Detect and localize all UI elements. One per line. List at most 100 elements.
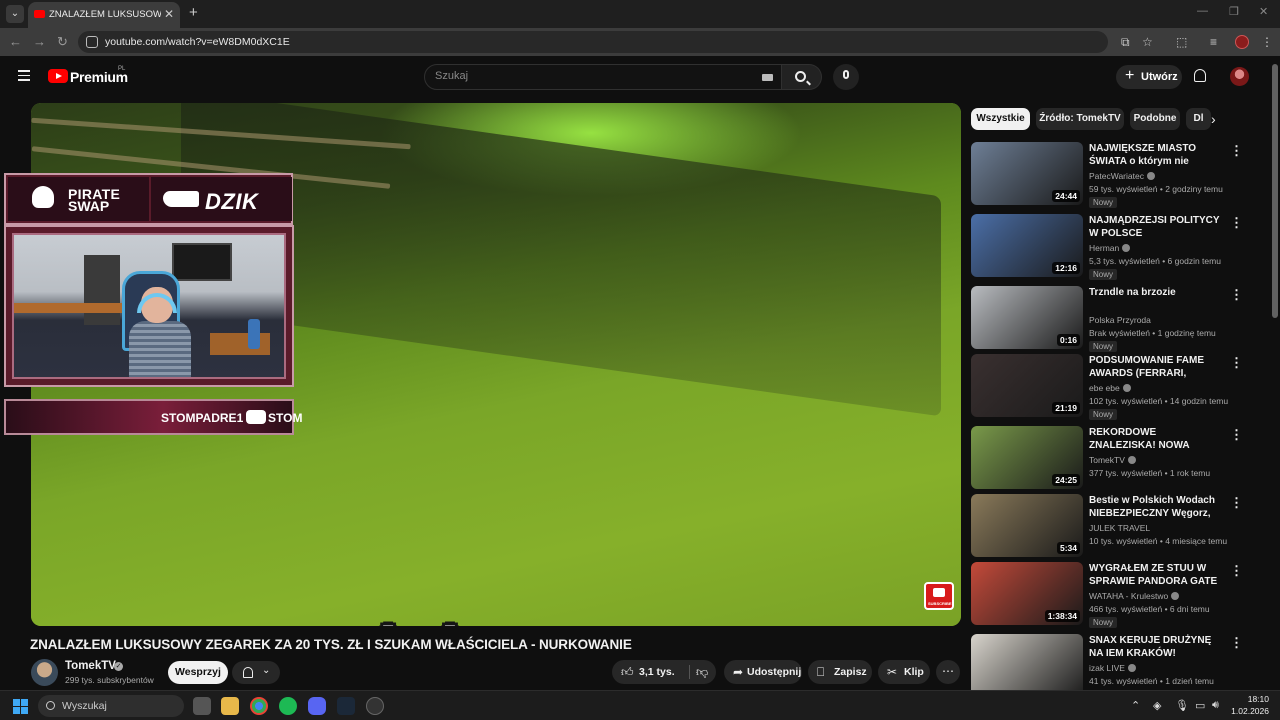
obs-icon[interactable] <box>366 697 384 715</box>
page-scrollbar[interactable] <box>1272 64 1278 318</box>
more-vertical-icon[interactable]: ⋮ <box>1230 143 1243 159</box>
url-text[interactable]: youtube.com/watch?v=eW8DM0dXC1E <box>105 36 290 48</box>
tab-search-button[interactable]: ⌄ <box>6 5 24 23</box>
recommendation-title[interactable]: REKORDOWE ZNALEZISKA! NOWA KAMERA, APPLE… <box>1089 426 1225 452</box>
tray-app-icon[interactable]: ◈ <box>1153 699 1161 712</box>
recommendation-channel[interactable]: JULEK TRAVEL <box>1089 523 1150 533</box>
recommendation-item[interactable]: 24:44 NAJWIĘKSZE MIASTO ŚWIATA o którym n… <box>971 142 1251 208</box>
like-count[interactable]: 3,1 tys. <box>639 666 675 678</box>
share-button[interactable]: ➦ Udostępnij <box>724 660 802 684</box>
install-app-icon[interactable]: ⧉ <box>1121 35 1130 50</box>
subscribe-watermark[interactable]: SUBSCRIBE <box>924 582 954 610</box>
window-close-icon[interactable]: ✕ <box>1259 5 1268 18</box>
recommendation-channel[interactable]: ebe ebe <box>1089 383 1131 393</box>
recommendation-item[interactable]: 5:34 Bestie w Polskich Wodach NIEBEZPIECZ… <box>971 494 1251 558</box>
chevron-right-icon[interactable]: › <box>1211 111 1216 127</box>
recommendation-channel[interactable]: Polska Przyroda <box>1089 315 1151 325</box>
video-thumbnail[interactable]: 24:25 <box>971 426 1083 489</box>
recommendation-channel[interactable]: TomekTV <box>1089 455 1136 465</box>
browser-profile-avatar[interactable] <box>1235 35 1249 49</box>
recommendation-channel[interactable]: izak LIVE <box>1089 663 1136 673</box>
subscription-bell-button[interactable]: ⌄ <box>232 661 280 684</box>
microphone-icon[interactable]: 🎙︎ <box>1175 699 1189 712</box>
bookmark-star-icon[interactable]: ☆ <box>1142 35 1153 49</box>
menu-icon[interactable] <box>18 70 30 81</box>
tab-close-icon[interactable]: ✕ <box>164 7 174 21</box>
join-button[interactable]: Wesprzyj <box>168 661 228 684</box>
video-thumbnail[interactable]: 0:16 <box>971 286 1083 349</box>
recommendation-item[interactable]: 24:25 REKORDOWE ZNALEZISKA! NOWA KAMERA, … <box>971 426 1251 490</box>
tray-overflow-icon[interactable]: ⌃ <box>1131 699 1140 712</box>
recommendation-item[interactable]: 21:19 PODSUMOWANIE FAME AWARDS (FERRARI, … <box>971 354 1251 420</box>
chip-related[interactable]: Podobne <box>1130 108 1180 130</box>
video-thumbnail[interactable]: 5:34 <box>971 494 1083 557</box>
recommendation-item[interactable]: 0:16 Trzndle na brzozie Polska Przyroda Bra… <box>971 286 1251 352</box>
recommendation-item[interactable]: 12:16 NAJMĄDRZEJSI POLITYCY W POLSCE Herma… <box>971 214 1251 280</box>
save-button[interactable]: ⎕ Zapisz <box>808 660 872 684</box>
recommendation-title[interactable]: Bestie w Polskich Wodach NIEBEZPIECZNY W… <box>1089 494 1225 520</box>
back-icon[interactable]: ← <box>9 34 22 49</box>
network-icon[interactable]: ▭ <box>1195 699 1205 712</box>
create-button[interactable]: + Utwórz <box>1116 65 1182 89</box>
more-actions-button[interactable]: ⋯ <box>936 660 960 684</box>
channel-avatar[interactable] <box>31 659 58 686</box>
discord-icon[interactable] <box>308 697 326 715</box>
search-input[interactable] <box>435 70 735 82</box>
task-view-icon[interactable] <box>193 697 211 715</box>
video-thumbnail[interactable]: 24:44 <box>971 142 1083 205</box>
windows-start-icon[interactable] <box>13 699 28 714</box>
spotify-icon[interactable] <box>279 697 297 715</box>
more-vertical-icon[interactable]: ⋮ <box>1230 495 1243 511</box>
chip-partial[interactable]: Dl <box>1186 108 1211 130</box>
video-thumbnail[interactable]: 12:16 <box>971 214 1083 277</box>
channel-name[interactable]: TomekTV <box>65 660 116 672</box>
recommendation-item[interactable]: 1:38:34 WYGRAŁEM ZE STUU W SPRAWIE PANDOR… <box>971 562 1251 628</box>
notifications-bell-icon[interactable] <box>1194 69 1206 82</box>
active-tab[interactable]: ZNALAZŁEM LUKSUSOWY ZEGAR ✕ <box>28 2 180 28</box>
recommendation-title[interactable]: NAJWIĘKSZE MIASTO ŚWIATA o którym nie sł… <box>1089 142 1225 168</box>
video-thumbnail[interactable]: 21:19 <box>971 354 1083 417</box>
account-avatar[interactable] <box>1230 67 1249 86</box>
file-explorer-icon[interactable] <box>221 697 239 715</box>
maximize-icon[interactable]: ❐ <box>1229 5 1239 18</box>
omnibox[interactable]: youtube.com/watch?v=eW8DM0dXC1E <box>78 31 1108 53</box>
thumbs-up-icon[interactable]: 👍︎ <box>621 665 634 680</box>
recommendation-title[interactable]: Trzndle na brzozie <box>1089 286 1225 299</box>
taskbar-search[interactable]: Wyszukaj <box>38 695 184 717</box>
media-control-icon[interactable]: ≡ <box>1210 35 1217 49</box>
youtube-logo-icon[interactable] <box>48 69 68 83</box>
new-tab-icon[interactable]: + <box>189 4 198 21</box>
recommendation-item[interactable]: SNAX KERUJE DRUŻYNĘ NA IEM KRAKÓW! izak L… <box>971 634 1251 698</box>
search-button[interactable] <box>782 64 822 90</box>
more-vertical-icon[interactable]: ⋮ <box>1230 563 1243 579</box>
recommendation-title[interactable]: NAJMĄDRZEJSI POLITYCY W POLSCE <box>1089 214 1225 240</box>
minimize-icon[interactable]: — <box>1197 5 1208 17</box>
browser-menu-icon[interactable]: ⋮ <box>1261 35 1273 49</box>
recommendation-channel[interactable]: Herman <box>1089 243 1131 253</box>
thumbs-down-icon[interactable]: 👎︎ <box>696 665 708 680</box>
forward-icon[interactable]: → <box>33 34 46 49</box>
more-vertical-icon[interactable]: ⋮ <box>1230 355 1243 371</box>
recommendation-channel[interactable]: WATAHA - Krulestwo <box>1089 591 1180 601</box>
chip-from-channel[interactable]: Źródło: TomekTV <box>1036 108 1124 130</box>
recommendation-title[interactable]: SNAX KERUJE DRUŻYNĘ NA IEM KRAKÓW! <box>1089 634 1225 660</box>
video-thumbnail[interactable] <box>971 634 1083 697</box>
chip-all[interactable]: Wszystkie <box>971 108 1030 130</box>
clock-time[interactable]: 18:10 <box>1235 694 1269 704</box>
clip-button[interactable]: ✂ Klip <box>878 660 930 684</box>
video-thumbnail[interactable]: 1:38:34 <box>971 562 1083 625</box>
recommendation-title[interactable]: PODSUMOWANIE FAME AWARDS (FERRARI, NAJMA… <box>1089 354 1225 380</box>
clock-date[interactable]: 1.02.2026 <box>1225 706 1269 716</box>
extensions-icon[interactable]: ⬚ <box>1176 35 1187 49</box>
recommendation-title[interactable]: WYGRAŁEM ZE STUU W SPRAWIE PANDORA GATE … <box>1089 562 1225 588</box>
recommendation-channel[interactable]: PatecWariatec <box>1089 171 1155 181</box>
reload-icon[interactable]: ↻ <box>57 34 68 50</box>
voice-search-button[interactable] <box>833 64 859 90</box>
volume-icon[interactable]: 🔊︎ <box>1212 699 1219 712</box>
more-vertical-icon[interactable]: ⋮ <box>1230 215 1243 231</box>
more-vertical-icon[interactable]: ⋮ <box>1230 287 1243 303</box>
site-info-icon[interactable] <box>86 36 98 48</box>
more-vertical-icon[interactable]: ⋮ <box>1230 427 1243 443</box>
chrome-icon[interactable] <box>250 697 268 715</box>
more-vertical-icon[interactable]: ⋮ <box>1230 635 1243 651</box>
